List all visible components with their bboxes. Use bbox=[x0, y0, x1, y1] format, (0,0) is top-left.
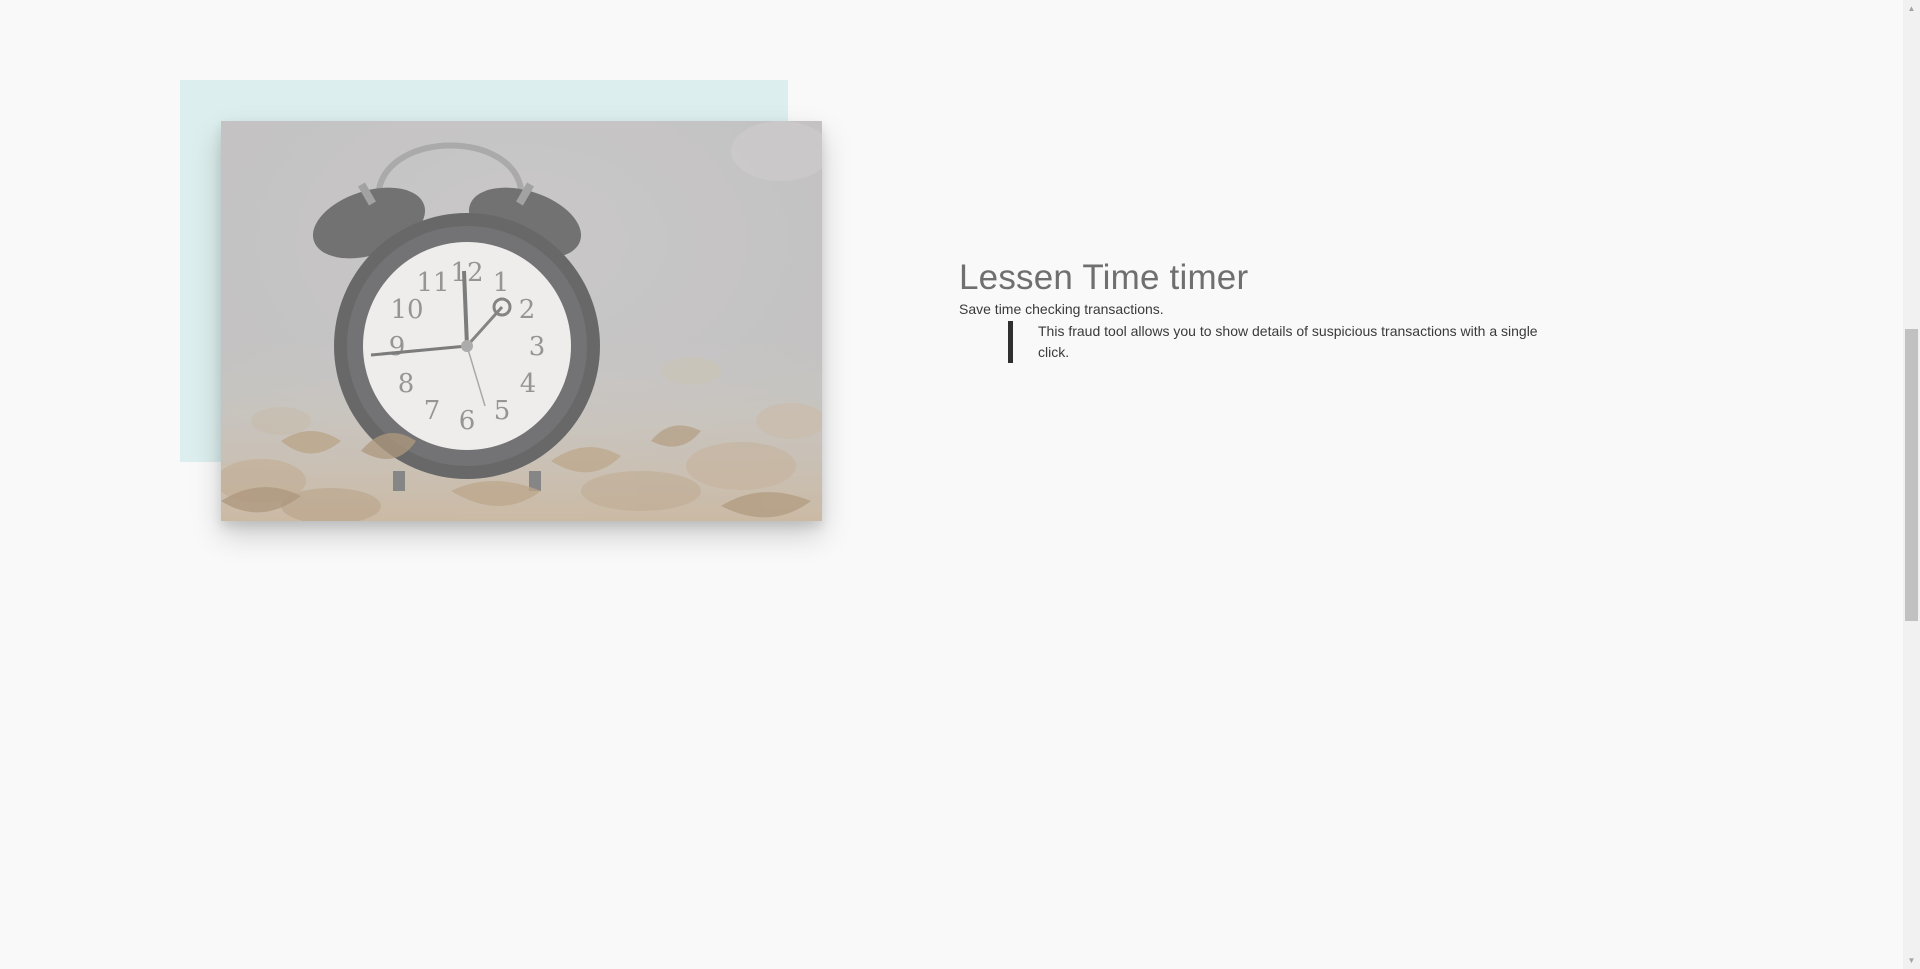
alarm-clock-icon: 12 1 2 3 4 5 6 7 8 9 10 11 bbox=[221, 121, 822, 521]
scrollbar-thumb[interactable] bbox=[1905, 329, 1918, 621]
feature-text-block: Lessen Time timer Save time checking tra… bbox=[959, 256, 1559, 363]
feature-quote: This fraud tool allows you to show detai… bbox=[1008, 321, 1558, 363]
alarm-clock-photo: 12 1 2 3 4 5 6 7 8 9 10 11 bbox=[221, 121, 822, 521]
scroll-down-arrow-icon[interactable]: ▼ bbox=[1903, 952, 1920, 969]
vertical-scrollbar[interactable]: ▲ ▼ bbox=[1903, 0, 1920, 969]
page: 12 1 2 3 4 5 6 7 8 9 10 11 Lessen Time t… bbox=[0, 0, 1920, 969]
scroll-up-arrow-icon[interactable]: ▲ bbox=[1903, 0, 1920, 17]
feature-title: Lessen Time timer bbox=[959, 258, 1249, 297]
feature-subtitle: Save time checking transactions. bbox=[959, 301, 1164, 317]
